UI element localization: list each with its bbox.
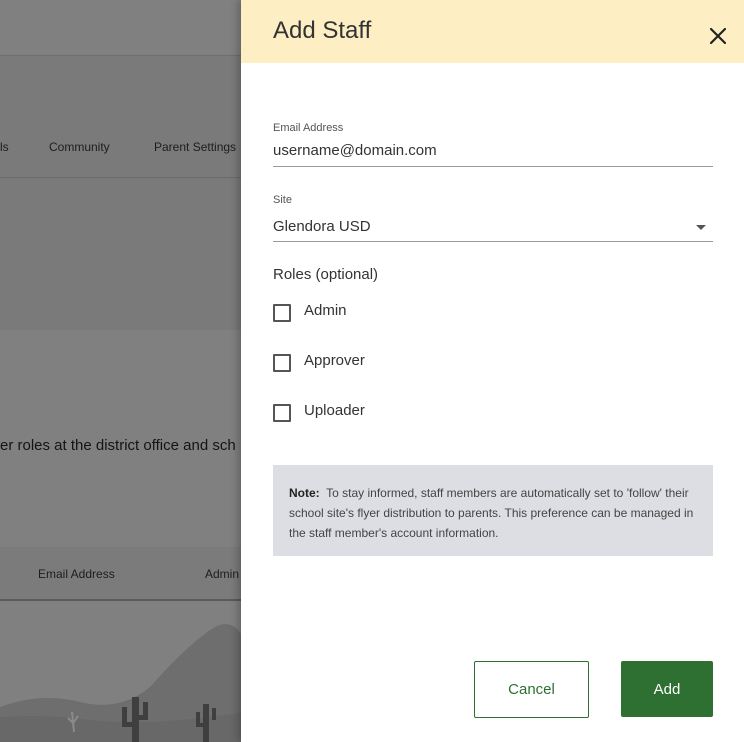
role-uploader-label: Uploader — [304, 402, 365, 419]
drawer-title: Add Staff — [273, 17, 372, 44]
background-tab-parent-settings: Parent Settings — [154, 140, 237, 154]
background-column-email: Email Address — [38, 567, 115, 581]
role-admin-label: Admin — [304, 302, 347, 319]
note-box: Note: To stay informed, staff members ar… — [273, 465, 713, 556]
background-column-admin: Admin — [205, 567, 240, 581]
background-tab-partial: ls — [0, 140, 9, 154]
checkbox-icon[interactable] — [273, 304, 291, 322]
email-field-underline — [273, 166, 713, 167]
checkbox-icon[interactable] — [273, 404, 291, 422]
checkbox-icon[interactable] — [273, 354, 291, 372]
roles-label: Roles (optional) — [273, 266, 379, 283]
email-field-label: Email Address — [273, 122, 344, 134]
background-tab-community: Community — [49, 140, 110, 154]
close-icon[interactable] — [706, 24, 730, 48]
note-text: To stay informed, staff members are auto… — [289, 486, 694, 540]
add-button[interactable]: Add — [621, 661, 713, 717]
drawer-header: Add Staff — [241, 0, 744, 63]
note-prefix: Note: — [289, 486, 320, 500]
role-approver-label: Approver — [304, 352, 365, 369]
site-field-label: Site — [273, 194, 292, 206]
cancel-button[interactable]: Cancel — [474, 661, 589, 718]
dropdown-arrow-icon[interactable] — [696, 225, 706, 230]
site-select-underline — [273, 241, 713, 242]
background-description: er roles at the district office and sch — [0, 437, 236, 454]
add-staff-drawer: Add Staff Email Address username@domain.… — [241, 0, 744, 742]
site-select[interactable]: Glendora USD — [273, 218, 371, 235]
email-field[interactable]: username@domain.com — [273, 142, 437, 159]
